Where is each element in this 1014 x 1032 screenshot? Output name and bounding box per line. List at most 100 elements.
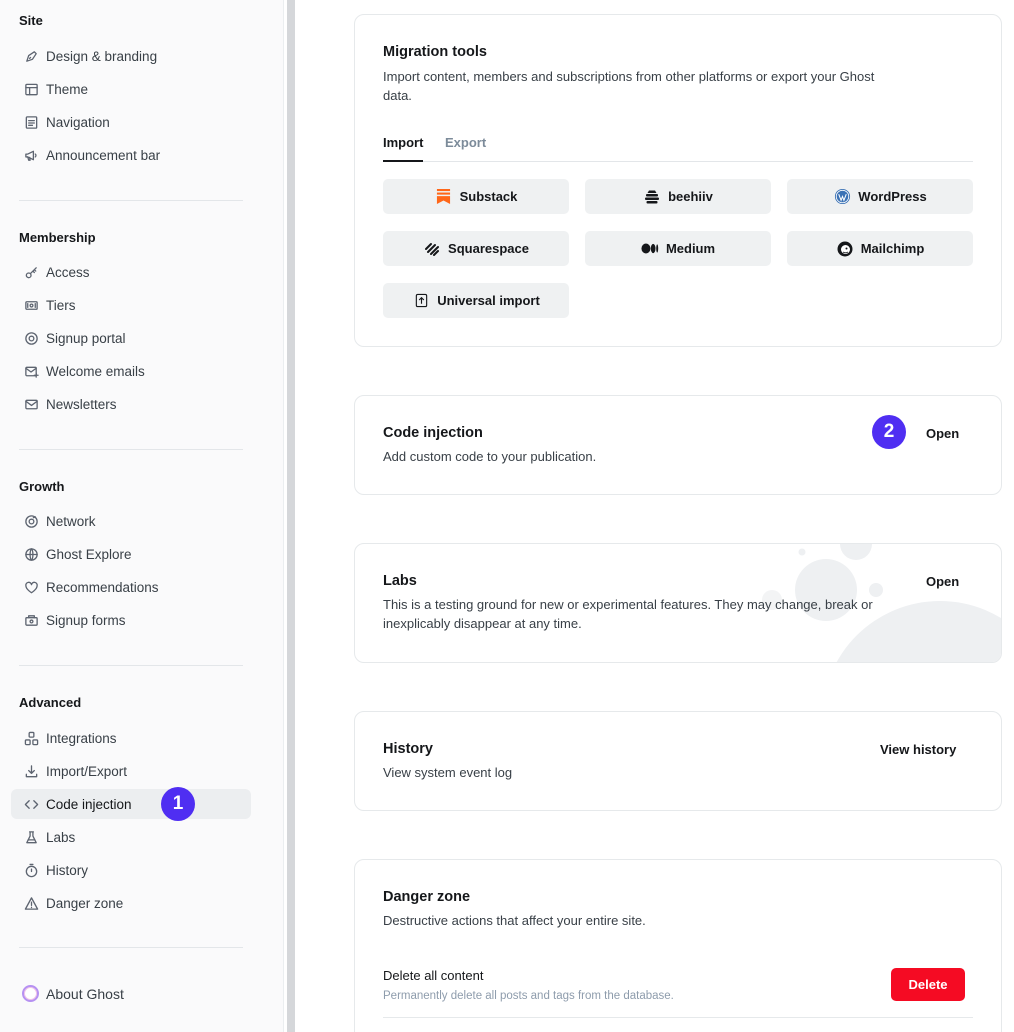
sidebar-item-label: Announcement bar [46,147,161,163]
sidebar-item-history[interactable]: History [11,855,251,885]
sidebar-divider [19,449,243,450]
sidebar-item-navigation[interactable]: Navigation [11,107,251,137]
substack-icon [435,188,453,206]
labs-open-button[interactable]: Open [926,574,959,589]
medium-import-button[interactable]: Medium [585,231,771,266]
list-icon [23,114,39,130]
sidebar-item-label: Signup forms [46,612,126,628]
card-title: Danger zone [383,889,471,905]
sidebar-item-network[interactable]: Network [11,506,251,536]
history-card: History View system event log View histo… [354,711,1002,811]
card-description: Add custom code to your publication. [383,449,597,464]
sidebar-item-design-branding[interactable]: Design & branding [11,41,251,71]
form-icon [23,612,39,628]
code-injection-card: Code injection Add custom code to your p… [354,395,1002,495]
sidebar-item-label: Tiers [46,297,76,313]
step-badge-1: 1 [161,787,195,821]
button-label: Medium [665,241,716,256]
sidebar-item-import-export[interactable]: Import/Export [11,756,251,786]
migration-tools-card: Migration tools Import content, members … [354,14,1002,347]
sidebar-item-label: Theme [46,81,89,97]
card-title: Migration tools [383,44,487,60]
globe-icon [23,546,39,562]
sidebar-item-signup-portal[interactable]: Signup portal [11,323,251,353]
danger-zone-card: Danger zone Destructive actions that aff… [354,859,1002,1032]
sidebar-divider [19,200,243,201]
sidebar-item-integrations[interactable]: Integrations [11,723,251,753]
sidebar-item-welcome-emails[interactable]: Welcome emails [11,356,251,386]
code-injection-open-button[interactable]: Open [926,426,959,441]
button-label: WordPress [858,189,927,204]
universal-import-button[interactable]: Universal import [383,283,569,318]
sidebar-divider [19,947,243,948]
squarespace-import-button[interactable]: Squarespace [383,231,569,266]
sidebar-item-label: Access [46,264,90,280]
sidebar-item-label: Design & branding [46,48,158,64]
wordpress-icon [833,188,851,206]
sidebar-item-code-injection[interactable]: Code injection [11,789,251,819]
megaphone-icon [23,147,39,163]
delete-content-description: Permanently delete all posts and tags fr… [383,990,674,1002]
sidebar-item-tiers[interactable]: Tiers [11,290,251,320]
sidebar-item-label: Network [46,513,96,529]
sidebar-item-ghost-explore[interactable]: Ghost Explore [11,539,251,569]
card-title: History [383,741,433,757]
ticket-icon [23,297,39,313]
delete-all-content-button[interactable]: Delete [891,968,965,1001]
sidebar-item-label: Danger zone [46,895,124,911]
wordpress-import-button[interactable]: WordPress [787,179,973,214]
flask-icon [23,829,39,845]
migration-tabs: Import Export [383,133,973,162]
sidebar-item-label: Labs [46,829,76,845]
beehiiv-icon [643,188,661,206]
sidebar-item-label: Signup portal [46,330,126,346]
mailchimp-icon [836,240,854,258]
delete-content-title: Delete all content [383,968,484,983]
warning-icon [23,895,39,911]
section-title-membership: Membership [19,230,96,245]
upload-file-icon [412,292,430,310]
tab-export[interactable]: Export [445,135,486,150]
button-label: beehiiv [668,189,713,204]
view-history-button[interactable]: View history [880,742,956,757]
sidebar-item-newsletters[interactable]: Newsletters [11,389,251,419]
layout-icon [23,81,39,97]
beehiiv-import-button[interactable]: beehiiv [585,179,771,214]
ghost-logo-icon [22,985,39,1002]
labs-card: Labs This is a testing ground for new or… [354,543,1002,663]
sidebar-item-label: Ghost Explore [46,546,132,562]
sidebar-item-signup-forms[interactable]: Signup forms [11,605,251,635]
sidebar-item-label: Recommendations [46,579,159,595]
sidebar-item-recommendations[interactable]: Recommendations [11,572,251,602]
sidebar-scrollbar[interactable] [287,0,295,1032]
sidebar-item-announcement-bar[interactable]: Announcement bar [11,140,251,170]
squarespace-icon [423,240,441,258]
section-title-advanced: Advanced [19,695,82,710]
sidebar-item-theme[interactable]: Theme [11,74,251,104]
button-label: Mailchimp [860,241,925,256]
sidebar-item-access[interactable]: Access [11,257,251,287]
mailchimp-import-button[interactable]: Mailchimp [787,231,973,266]
about-ghost-label: About Ghost [46,985,124,1002]
about-ghost-link[interactable]: About Ghost [22,985,124,1002]
medium-icon [641,240,659,258]
settings-sidebar: Site Design & branding Theme Navigation … [0,0,284,1032]
stopwatch-icon [23,862,39,878]
sidebar-item-label: Code injection [46,796,132,812]
button-label: Universal import [437,293,540,308]
card-description: Import content, members and subscription… [383,69,875,103]
section-title-site: Site [19,13,43,28]
sidebar-item-danger-zone[interactable]: Danger zone [11,888,251,918]
card-title: Labs [383,573,417,589]
card-description: This is a testing ground for new or expe… [383,597,873,631]
card-title: Code injection [383,425,483,441]
mail-icon [23,396,39,412]
card-description: View system event log [383,765,513,780]
sidebar-item-label: Import/Export [46,763,128,779]
sidebar-item-labs[interactable]: Labs [11,822,251,852]
paintbrush-icon [23,48,39,64]
code-icon [23,796,39,812]
sidebar-item-label: History [46,862,89,878]
tab-import[interactable]: Import [383,135,424,162]
substack-import-button[interactable]: Substack [383,179,569,214]
